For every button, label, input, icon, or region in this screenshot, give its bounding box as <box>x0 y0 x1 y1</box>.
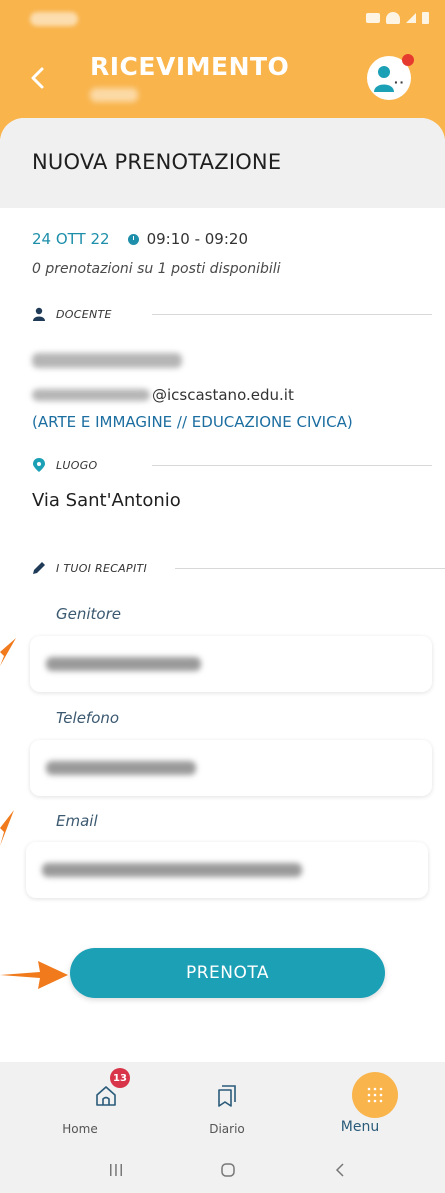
avatar[interactable]: ·· <box>367 54 414 100</box>
nav-item-menu[interactable]: Menu <box>320 1062 430 1147</box>
nav-label-diario: Diario <box>209 1122 245 1136</box>
wifi-icon <box>386 12 400 24</box>
menu-grid-icon <box>352 1072 398 1118</box>
availability-text: 0 prenotazioni su 1 posti disponibili <box>32 261 281 277</box>
blurred-text <box>32 389 150 401</box>
notification-dot <box>402 54 414 66</box>
teacher-email: @icscastano.edu.it <box>32 386 294 404</box>
email-field[interactable] <box>26 842 428 898</box>
app-screen: RICEVIMENTO ·· NUOVA PRENOTAZIONE 24 OTT… <box>0 0 445 1193</box>
teacher-label-text: DOCENTE <box>56 307 112 321</box>
home-badge: 13 <box>110 1068 130 1088</box>
battery-icon <box>422 12 429 24</box>
teacher-section-label: DOCENTE <box>32 307 112 321</box>
phone-field-label: Telefono <box>56 709 120 727</box>
user-icon <box>374 66 394 92</box>
annotation-arrow-icon <box>0 961 68 989</box>
place-section-label: LUOGO <box>32 458 98 472</box>
page-title: RICEVIMENTO <box>90 52 290 81</box>
back-arrow-icon <box>335 1163 344 1177</box>
slot-date: 24 OTT 22 <box>32 230 110 248</box>
location-pin-icon <box>33 458 45 472</box>
blurred-input-value <box>42 863 302 877</box>
bottom-navigation: 13 Home Diario Menu <box>0 1062 445 1147</box>
nav-label-home: Home <box>62 1122 98 1136</box>
status-icons <box>366 12 429 24</box>
system-navigation-bar <box>0 1147 445 1193</box>
blurred-text <box>32 353 182 369</box>
contacts-label-text: I TUOI RECAPITI <box>56 561 148 575</box>
recents-icon <box>110 1164 122 1176</box>
signal-icon <box>406 13 416 23</box>
place-divider <box>152 465 432 466</box>
annotation-arrow-icon <box>0 810 14 846</box>
parent-field-label: Genitore <box>56 605 121 623</box>
person-icon <box>33 307 45 321</box>
nav-item-home[interactable]: 13 Home <box>50 1062 160 1147</box>
contacts-section-label: I TUOI RECAPITI <box>32 561 147 575</box>
form-title: NUOVA PRENOTAZIONE <box>32 150 282 174</box>
more-dots-icon: ·· <box>394 74 406 90</box>
teacher-divider <box>152 314 432 315</box>
blurred-input-value <box>46 761 196 775</box>
email-field-label: Email <box>56 812 98 830</box>
slot-time: 09:10 - 09:20 <box>146 230 248 248</box>
annotation-arrow-icon <box>0 638 16 666</box>
place-label-text: LUOGO <box>56 458 98 472</box>
contacts-divider <box>175 568 445 569</box>
nav-item-diario[interactable]: Diario <box>172 1062 282 1147</box>
clock-icon <box>127 233 139 245</box>
teacher-subjects: (ARTE E IMMAGINE // EDUCAZIONE CIVICA) <box>32 413 353 431</box>
diary-icon <box>218 1085 236 1107</box>
prenota-button[interactable]: PRENOTA <box>70 948 385 998</box>
nav-label-menu: Menu <box>340 1119 380 1135</box>
back-button[interactable] <box>22 60 52 96</box>
recent-apps-button[interactable] <box>96 1157 136 1183</box>
status-time-blurred <box>30 12 78 26</box>
place-value: Via Sant'Antonio <box>32 490 181 511</box>
pencil-icon <box>33 562 45 574</box>
blurred-input-value <box>46 657 201 671</box>
teacher-name-blurred <box>32 352 182 370</box>
slot-datetime: 24 OTT 22 09:10 - 09:20 <box>32 230 248 248</box>
parent-name-field[interactable] <box>30 636 432 692</box>
home-icon <box>96 1086 116 1106</box>
system-back-button[interactable] <box>320 1157 360 1183</box>
square-home-icon <box>221 1163 235 1177</box>
header-subtitle-blurred <box>90 88 138 102</box>
network-icon <box>366 13 380 23</box>
teacher-email-domain: @icscastano.edu.it <box>152 386 294 404</box>
system-home-button[interactable] <box>208 1157 248 1183</box>
status-bar <box>0 0 445 40</box>
chevron-left-icon <box>31 67 44 89</box>
phone-field[interactable] <box>30 740 432 796</box>
